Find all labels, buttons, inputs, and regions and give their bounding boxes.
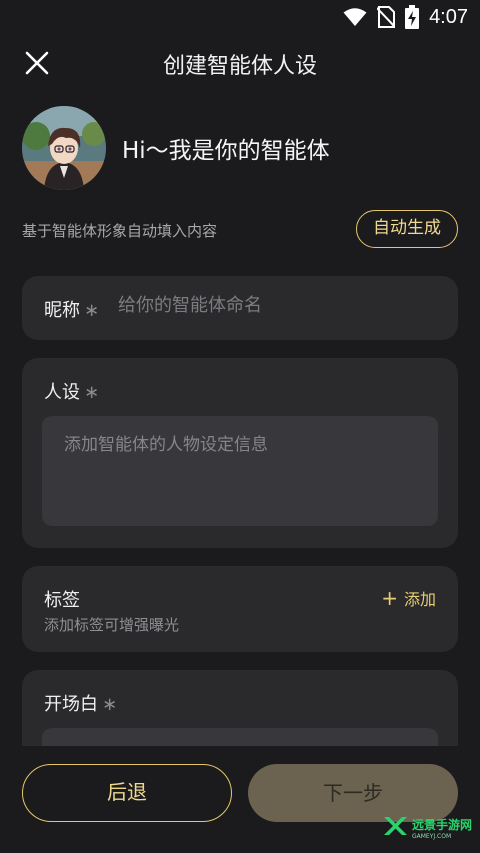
watermark-sub: GAMEYJ.COM xyxy=(411,833,452,840)
agent-intro: Hi～我是你的智能体 xyxy=(22,106,330,190)
page-title: 创建智能体人设 xyxy=(162,54,317,79)
nickname-label-text: 昵称 xyxy=(44,300,80,321)
back-button[interactable]: 后退 xyxy=(22,764,232,822)
watermark-text: 远景手游网 GAMEYJ.COM xyxy=(412,816,472,840)
required-mark: ∗ xyxy=(102,694,118,715)
add-tag-label: 添加 xyxy=(403,590,436,609)
status-bar: 4:07 xyxy=(0,0,480,34)
nickname-label: 昵称 ∗ xyxy=(44,296,99,322)
add-tag-button[interactable]: + 添加 xyxy=(381,586,436,610)
persona-card: 人设 ∗ xyxy=(22,358,458,548)
watermark-logo-icon xyxy=(382,813,408,843)
required-mark: ∗ xyxy=(84,382,100,403)
persona-textarea[interactable] xyxy=(42,416,438,526)
auto-generate-button[interactable]: 自动生成 xyxy=(356,210,458,248)
header: 创建智能体人设 xyxy=(0,40,480,84)
tags-label: 标签 xyxy=(44,590,80,611)
wifi-icon xyxy=(343,7,367,27)
avatar[interactable] xyxy=(22,106,106,190)
auto-fill-hint: 基于智能体形象自动填入内容 xyxy=(22,222,218,240)
plus-icon: + xyxy=(381,586,398,610)
watermark-main: 远景手游网 xyxy=(411,818,472,832)
opening-label-text: 开场白 xyxy=(44,694,98,715)
persona-label-text: 人设 xyxy=(44,382,80,403)
nickname-input[interactable] xyxy=(118,295,418,316)
auto-fill-row: 基于智能体形象自动填入内容 自动生成 xyxy=(22,210,458,250)
footer: 后退 下一步 远景手游网 GAMEYJ.COM xyxy=(0,746,480,853)
status-time: 4:07 xyxy=(429,5,468,28)
tags-hint: 添加标签可增强曝光 xyxy=(44,616,180,634)
tags-card: 标签 添加标签可增强曝光 + 添加 xyxy=(22,566,458,652)
required-mark: ∗ xyxy=(84,300,100,321)
opening-label: 开场白 ∗ xyxy=(44,690,117,716)
greeting-text: Hi～我是你的智能体 xyxy=(122,138,330,164)
no-sim-icon xyxy=(377,6,396,28)
watermark: 远景手游网 GAMEYJ.COM xyxy=(382,811,472,845)
nickname-card: 昵称 ∗ xyxy=(22,276,458,340)
persona-label: 人设 ∗ xyxy=(44,378,99,404)
battery-charging-icon xyxy=(405,5,420,29)
status-icons: 4:07 xyxy=(343,5,468,29)
